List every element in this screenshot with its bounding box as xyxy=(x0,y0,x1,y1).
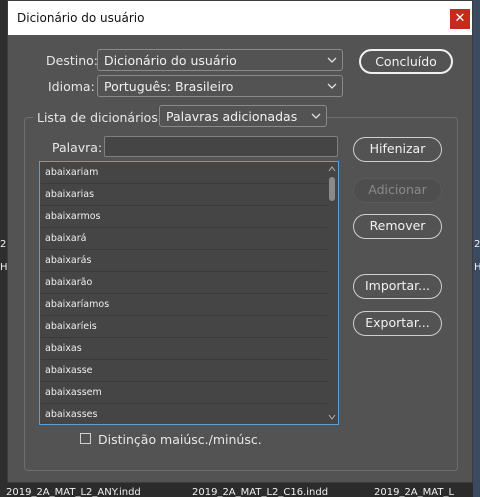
list-item[interactable]: abaixará xyxy=(41,228,327,250)
list-item[interactable]: abaixarmos xyxy=(41,206,327,228)
title-bar[interactable]: Dicionário do usuário ✕ xyxy=(8,1,472,35)
destino-label: Destino: xyxy=(46,53,98,68)
list-item[interactable]: abaixariam xyxy=(41,162,327,184)
idioma-value: Português: Brasileiro xyxy=(104,79,234,94)
list-item[interactable]: abaixasses xyxy=(41,404,327,424)
list-item[interactable]: abaixas xyxy=(41,338,327,360)
list-item[interactable]: abaixasse xyxy=(41,360,327,382)
lista-select[interactable]: Palavras adicionadas xyxy=(159,105,327,127)
hifenizar-button[interactable]: Hifenizar xyxy=(353,137,442,162)
background-text: H xyxy=(474,262,480,273)
idioma-select[interactable]: Português: Brasileiro xyxy=(97,75,343,97)
list-item[interactable]: abaixaríeis xyxy=(41,316,327,338)
palavra-label: Palavra: xyxy=(52,140,103,155)
importar-button[interactable]: Importar... xyxy=(353,274,442,299)
background-file-name: 2019_2A_MAT_L2_ANY.indd xyxy=(6,487,141,497)
word-list[interactable]: abaixariam abaixarias abaixarmos abaixar… xyxy=(39,161,339,425)
idioma-label: Idioma: xyxy=(48,79,95,94)
background-text: 2 xyxy=(474,239,480,250)
list-item[interactable]: abaixarão xyxy=(41,272,327,294)
scroll-up-icon[interactable] xyxy=(328,165,336,173)
palavra-input[interactable] xyxy=(104,136,338,157)
scroll-thumb[interactable] xyxy=(329,177,335,201)
destino-value: Dicionário do usuário xyxy=(104,53,237,68)
close-button[interactable]: ✕ xyxy=(450,9,470,29)
adicionar-button[interactable]: Adicionar xyxy=(353,178,442,203)
remover-button[interactable]: Remover xyxy=(353,214,442,239)
close-icon: ✕ xyxy=(454,11,466,26)
background-file-name: 2019_2A_MAT_L xyxy=(374,487,455,497)
list-item[interactable]: abaixassem xyxy=(41,382,327,404)
chevron-down-icon xyxy=(327,83,337,89)
dictionary-list-group-title: Lista de dicionários: xyxy=(33,107,167,127)
list-scrollbar[interactable] xyxy=(327,163,337,423)
scroll-down-icon[interactable] xyxy=(328,413,336,421)
lista-value: Palavras adicionadas xyxy=(166,109,298,124)
concluido-button[interactable]: Concluído xyxy=(359,49,453,74)
chevron-down-icon xyxy=(327,57,337,63)
lista-label: Lista de dicionários: xyxy=(37,110,163,125)
user-dictionary-dialog: Dicionário do usuário ✕ Destino: Dicioná… xyxy=(7,0,473,483)
list-item[interactable]: abaixarias xyxy=(41,184,327,206)
case-sensitive-checkbox[interactable] xyxy=(80,433,91,444)
background-file-name: 2019_2A_MAT_L2_C16.indd xyxy=(192,487,329,497)
window-title: Dicionário do usuário xyxy=(17,11,145,25)
case-sensitive-label: Distinção maiúsc./minúsc. xyxy=(98,432,262,447)
exportar-button[interactable]: Exportar... xyxy=(353,311,442,336)
chevron-down-icon xyxy=(311,113,321,119)
list-item[interactable]: abaixarás xyxy=(41,250,327,272)
destino-select[interactable]: Dicionário do usuário xyxy=(97,49,343,71)
list-item[interactable]: abaixaríamos xyxy=(41,294,327,316)
